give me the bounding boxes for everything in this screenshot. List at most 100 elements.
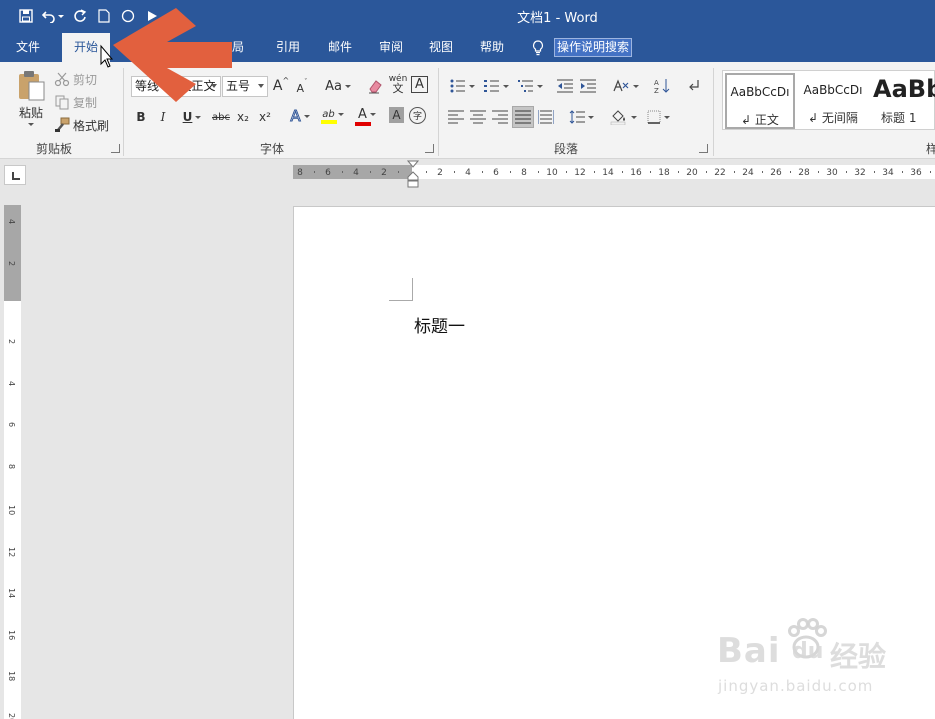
tab-help[interactable]: 帮助 — [472, 33, 512, 62]
ruler-tick: 26 — [770, 168, 782, 178]
phonetic-guide-button[interactable]: wén 文 — [388, 74, 408, 95]
shrink-font-button[interactable]: Aˇ — [294, 78, 310, 98]
bold-button[interactable]: B — [134, 107, 148, 127]
paste-dropdown-icon[interactable] — [28, 123, 34, 126]
grow-font-icon: A — [272, 78, 283, 94]
tab-file[interactable]: 文件 — [6, 33, 50, 62]
paintbrush-icon — [55, 117, 70, 132]
clipboard-launcher-icon[interactable] — [111, 144, 120, 153]
cut-button[interactable]: 剪切 — [54, 70, 97, 88]
chevron-down-icon — [663, 115, 670, 119]
sort-button[interactable]: AZ — [653, 76, 671, 96]
character-border-button[interactable]: A — [411, 76, 428, 93]
align-center-button[interactable] — [469, 107, 487, 127]
ruler-dot — [398, 171, 399, 173]
watermark-brand-2: du — [792, 639, 824, 664]
decrease-indent-button[interactable] — [556, 76, 574, 96]
style-preview: AaBbCcDı — [730, 85, 790, 99]
style-heading-1[interactable]: AaBb 标题 1 — [869, 73, 935, 129]
paragraph-launcher-icon[interactable] — [699, 144, 708, 153]
style-normal[interactable]: AaBbCcDı ↲ 正文 — [725, 73, 795, 129]
ruler-dot — [426, 171, 427, 173]
copy-button[interactable]: 复制 — [54, 93, 97, 111]
style-no-spacing[interactable]: AaBbCcDı ↲ 无间隔 — [799, 73, 867, 129]
multilevel-list-button[interactable] — [515, 76, 545, 96]
tab-mailings[interactable]: 邮件 — [320, 33, 360, 62]
ruler-tick: 24 — [742, 168, 754, 178]
font-color-button[interactable]: A — [352, 106, 382, 126]
ruler-dot — [902, 171, 903, 173]
borders-button[interactable] — [643, 107, 673, 127]
style-name: ↲ 无间隔 — [808, 111, 858, 125]
title-bar: 文档1 - Word — [0, 0, 935, 33]
ruler-tick: 36 — [910, 168, 922, 178]
format-painter-button[interactable]: 格式刷 — [54, 116, 109, 134]
tab-references[interactable]: 引用 — [268, 33, 308, 62]
shading-button[interactable] — [608, 107, 638, 127]
bullets-button[interactable] — [447, 76, 477, 96]
ruler-tick: 2 — [7, 261, 16, 267]
tell-me-search[interactable]: 操作说明搜索 — [532, 38, 633, 57]
italic-button[interactable]: I — [156, 107, 170, 127]
numbering-button[interactable] — [481, 76, 511, 96]
show-formatting-marks-button[interactable] — [685, 76, 703, 96]
borders-icon — [647, 110, 660, 124]
chevron-down-icon — [369, 112, 376, 116]
ruler-area: 8 6 4 2 2 4 6 8 10 12 14 16 18 20 22 24 26 28 30 32 34 36 — [0, 160, 935, 206]
ruler-tick: 20 — [7, 712, 16, 719]
format-painter-label: 格式刷 — [73, 118, 110, 133]
grow-font-button[interactable]: A ^ — [273, 76, 289, 96]
tab-selector-button[interactable] — [4, 165, 26, 185]
ruler-tick: 6 — [7, 422, 16, 428]
ruler-dot — [846, 171, 847, 173]
ruler-dot — [930, 171, 931, 173]
phonetic-char-icon: 文 — [392, 82, 404, 95]
style-preview: AaBbCcDı — [803, 83, 863, 97]
tab-view[interactable]: 视图 — [421, 33, 461, 62]
decrease-indent-icon — [557, 79, 573, 93]
tab-layout[interactable]: 局 — [222, 33, 254, 62]
font-launcher-icon[interactable] — [425, 144, 434, 153]
enclose-characters-button[interactable]: 字 — [409, 107, 426, 124]
justify-button[interactable] — [512, 106, 534, 128]
distributed-button[interactable] — [537, 107, 555, 127]
font-group-label: 字体 — [260, 142, 285, 156]
subscript-button[interactable]: x₂ — [235, 107, 251, 127]
character-shading-button[interactable]: A — [389, 107, 404, 123]
indent-markers-icon[interactable] — [407, 160, 419, 190]
tab-review[interactable]: 审阅 — [371, 33, 411, 62]
window-title: 文档1 - Word — [517, 11, 598, 26]
font-color-icon: A — [358, 106, 367, 122]
align-left-button[interactable] — [447, 107, 465, 127]
font-name-combo[interactable]: 等线 (中文正文 — [131, 76, 221, 97]
align-right-button[interactable] — [491, 107, 509, 127]
horizontal-ruler[interactable]: 8 6 4 2 2 4 6 8 10 12 14 16 18 20 22 24 26 28 30 32 34 36 — [293, 165, 935, 179]
text-effects-button[interactable]: A — [286, 106, 314, 126]
document-text[interactable]: 标题一 — [414, 312, 465, 337]
underline-button[interactable]: U — [178, 107, 206, 127]
watermark-brand: Bai — [717, 631, 781, 671]
font-size-combo[interactable]: 五号 — [222, 76, 268, 97]
line-spacing-button[interactable] — [566, 107, 596, 127]
change-case-button[interactable]: Aa — [323, 76, 353, 96]
chevron-down-icon — [211, 84, 217, 88]
svg-text:Z: Z — [654, 87, 659, 94]
paint-bucket-icon — [610, 110, 625, 125]
ruler-tick: 28 — [798, 168, 810, 178]
increase-indent-button[interactable] — [579, 76, 597, 96]
ruler-dot — [650, 171, 651, 173]
tell-me-label: 操作说明搜索 — [554, 38, 633, 57]
superscript-button[interactable]: x² — [257, 107, 273, 127]
highlight-color-button[interactable]: ab — [318, 106, 348, 126]
clear-formatting-button[interactable] — [366, 76, 384, 96]
character-border-icon: A — [415, 77, 424, 92]
align-left-icon — [448, 110, 464, 124]
vertical-ruler[interactable]: 4 2 2 4 6 8 10 12 14 16 18 20 — [4, 205, 21, 719]
strikethrough-button[interactable]: abc — [210, 107, 232, 127]
tab-home[interactable]: 开始 — [62, 33, 110, 62]
asian-layout-button[interactable] — [610, 76, 640, 96]
ruler-tick: 8 — [297, 168, 303, 178]
ruler-tick: 18 — [7, 671, 16, 682]
paste-button[interactable]: 粘贴 — [14, 70, 48, 130]
chevron-down-icon — [337, 112, 344, 116]
